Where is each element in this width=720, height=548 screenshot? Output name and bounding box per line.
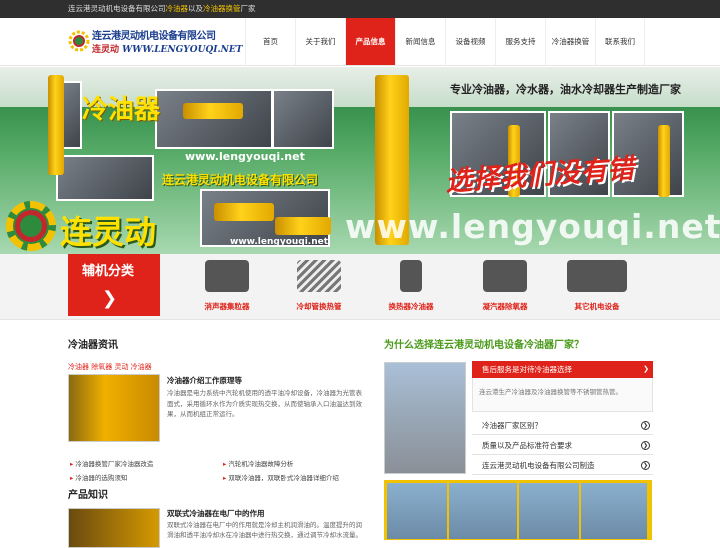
nav-news[interactable]: 新闻信息 [395, 18, 445, 65]
category-section: 辅机分类 ❯ 消声器集粒器 冷却管换热管 换热器冷油器 凝汽器除氧器 其它机电设… [0, 254, 720, 320]
faq-item-label: 冷油器厂家区别？ [482, 421, 542, 430]
gallery-image[interactable] [386, 482, 448, 540]
news-summary: 冷油器是电力系统中汽轮机使用的透平油冷却设备，冷油器为光管表面式，采用循环水作为… [167, 389, 362, 418]
category-item-muffler[interactable]: 消声器集粒器 [192, 260, 262, 316]
hero-banner[interactable]: 专业冷油器，冷水器，油水冷却器生产制造厂家 冷油器 www.lengyouqi.… [0, 67, 720, 254]
product-headline[interactable]: 双联式冷油器在电厂中的作用 [167, 508, 265, 519]
why-section-title: 为什么选择连云港灵动机电设备冷油器厂家？ [384, 340, 584, 351]
news-tags[interactable]: 冷油器 除氧器 灵动 冷油器 [68, 362, 152, 372]
heat-exchanger-icon [400, 260, 422, 292]
faq-open-answer: 连云港生产冷油器及冷油器换管等不锈钢管热管。 [472, 378, 653, 412]
chevron-right-icon: ❯ [641, 461, 650, 470]
product-summary: 双联式冷油器在电厂中的作用就是冷却主机润滑油的。温度提升的润滑油和透平油冷却水在… [167, 521, 362, 539]
banner-heading: 冷油器 [82, 95, 161, 125]
product-section-title: 产品知识 [68, 490, 108, 501]
category-label: 消声器集粒器 [204, 302, 250, 311]
top-bar-company: 连云港灵动机电设备有限公司 [68, 4, 166, 13]
cooler-image-2 [183, 103, 243, 119]
main-nav: 首页 关于我们 产品信息 新闻信息 设备视频 服务支持 冷油器换管 联系我们 [245, 18, 645, 65]
news-thumbnail[interactable] [68, 374, 160, 442]
site-logo[interactable]: 连云港灵动机电设备有限公司 连灵动 WWW.LENGYOUQI.NET [68, 26, 242, 60]
chevron-right-icon: ❯ [102, 288, 118, 309]
cooler-image-7 [658, 125, 670, 197]
news-link[interactable]: 冷油器换管厂家冷油器改造 [70, 458, 153, 468]
top-bar-keyword-1[interactable]: 冷油器 [166, 4, 189, 13]
condenser-icon [483, 260, 527, 292]
gallery-image[interactable] [580, 482, 648, 540]
faq-item-label: 连云港灵动机电设备有限公司制造 [482, 461, 595, 470]
faq-item[interactable]: 质量以及产品标准符合要求 ❯ [472, 436, 653, 455]
banner-brand: 连灵动 [60, 213, 157, 251]
nav-contact[interactable]: 联系我们 [595, 18, 645, 65]
chevron-right-icon: ❯ [641, 441, 650, 450]
top-bar: 连云港灵动机电设备有限公司冷油器以及冷油器换管厂家 [0, 0, 720, 18]
gear-logo-icon [68, 30, 90, 52]
news-headline[interactable]: 冷油器介绍工作原理等 [167, 375, 242, 386]
banner-url-1: www.lengyouqi.net [185, 150, 305, 163]
news-link[interactable]: 双联冷油器，双联卧式冷油器详细介绍 [223, 472, 339, 482]
banner-url-2: www.lengyouqi.net [230, 237, 329, 247]
category-label: 换热器冷油器 [388, 302, 434, 311]
category-label: 冷却管换热管 [296, 302, 342, 311]
banner-photo-3 [155, 89, 273, 149]
gallery-image[interactable] [448, 482, 518, 540]
banner-gear-inner-icon [15, 210, 47, 242]
banner-photo-4 [272, 89, 334, 149]
category-label: 其它机电设备 [574, 302, 620, 311]
category-header[interactable]: 辅机分类 ❯ [68, 254, 160, 316]
nav-videos[interactable]: 设备视频 [445, 18, 495, 65]
logo-brand-line: 连灵动 WWW.LENGYOUQI.NET [92, 42, 242, 55]
top-bar-text: 以及 [188, 4, 203, 13]
nav-products[interactable]: 产品信息 [345, 18, 395, 65]
banner-big-url: www.lengyouqi.net [345, 207, 720, 246]
logo-brand: 连灵动 [92, 45, 120, 55]
category-title: 辅机分类 [82, 264, 135, 279]
news-link[interactable]: 冷油器的选购须知 [70, 472, 127, 482]
top-bar-suffix: 厂家 [240, 4, 256, 13]
banner-company-name: 连云港灵动机电设备有限公司 [162, 173, 319, 187]
news-section-title: 冷油器资讯 [68, 340, 118, 351]
cooler-image-1 [48, 75, 64, 175]
news-link[interactable]: 汽轮机冷油器故障分析 [223, 458, 293, 468]
cooler-image-5 [275, 217, 331, 235]
faq-item[interactable]: 连云港灵动机电设备有限公司制造 ❯ [472, 456, 653, 475]
banner-photo-2 [56, 155, 154, 201]
machinery-icon [567, 260, 627, 292]
muffler-icon [205, 260, 249, 292]
category-item-other[interactable]: 其它机电设备 [562, 260, 632, 316]
category-item-condenser[interactable]: 凝汽器除氧器 [470, 260, 540, 316]
category-label: 凝汽器除氧器 [482, 302, 528, 311]
chevron-right-icon: ❯ [641, 421, 650, 430]
product-gallery [384, 480, 652, 540]
nav-tube-replacement[interactable]: 冷油器换管 [545, 18, 595, 65]
site-header: 连云港灵动机电设备有限公司 连灵动 WWW.LENGYOUQI.NET 首页 关… [0, 18, 720, 66]
product-thumbnail[interactable] [68, 508, 160, 548]
logo-url: WWW.LENGYOUQI.NET [122, 45, 243, 55]
faq-item-label: 质量以及产品标准符合要求 [482, 441, 572, 450]
faq-item[interactable]: 冷油器厂家区别？ ❯ [472, 416, 653, 435]
category-item-tubes[interactable]: 冷却管换热管 [284, 260, 354, 316]
tubes-icon [297, 260, 341, 292]
cooler-image-4 [214, 203, 274, 221]
factory-photo [384, 362, 466, 474]
nav-home[interactable]: 首页 [245, 18, 295, 65]
nav-about[interactable]: 关于我们 [295, 18, 345, 65]
banner-slogan: 专业冷油器，冷水器，油水冷却器生产制造厂家 [450, 83, 681, 96]
logo-company-name: 连云港灵动机电设备有限公司 [92, 31, 216, 42]
nav-support[interactable]: 服务支持 [495, 18, 545, 65]
category-item-heat-exchanger[interactable]: 换热器冷油器 [376, 260, 446, 316]
gallery-image[interactable] [518, 482, 580, 540]
top-bar-keyword-2[interactable]: 冷油器换管 [203, 4, 241, 13]
faq-open-question[interactable]: 售后服务是对待冷油器选择 [472, 361, 653, 378]
